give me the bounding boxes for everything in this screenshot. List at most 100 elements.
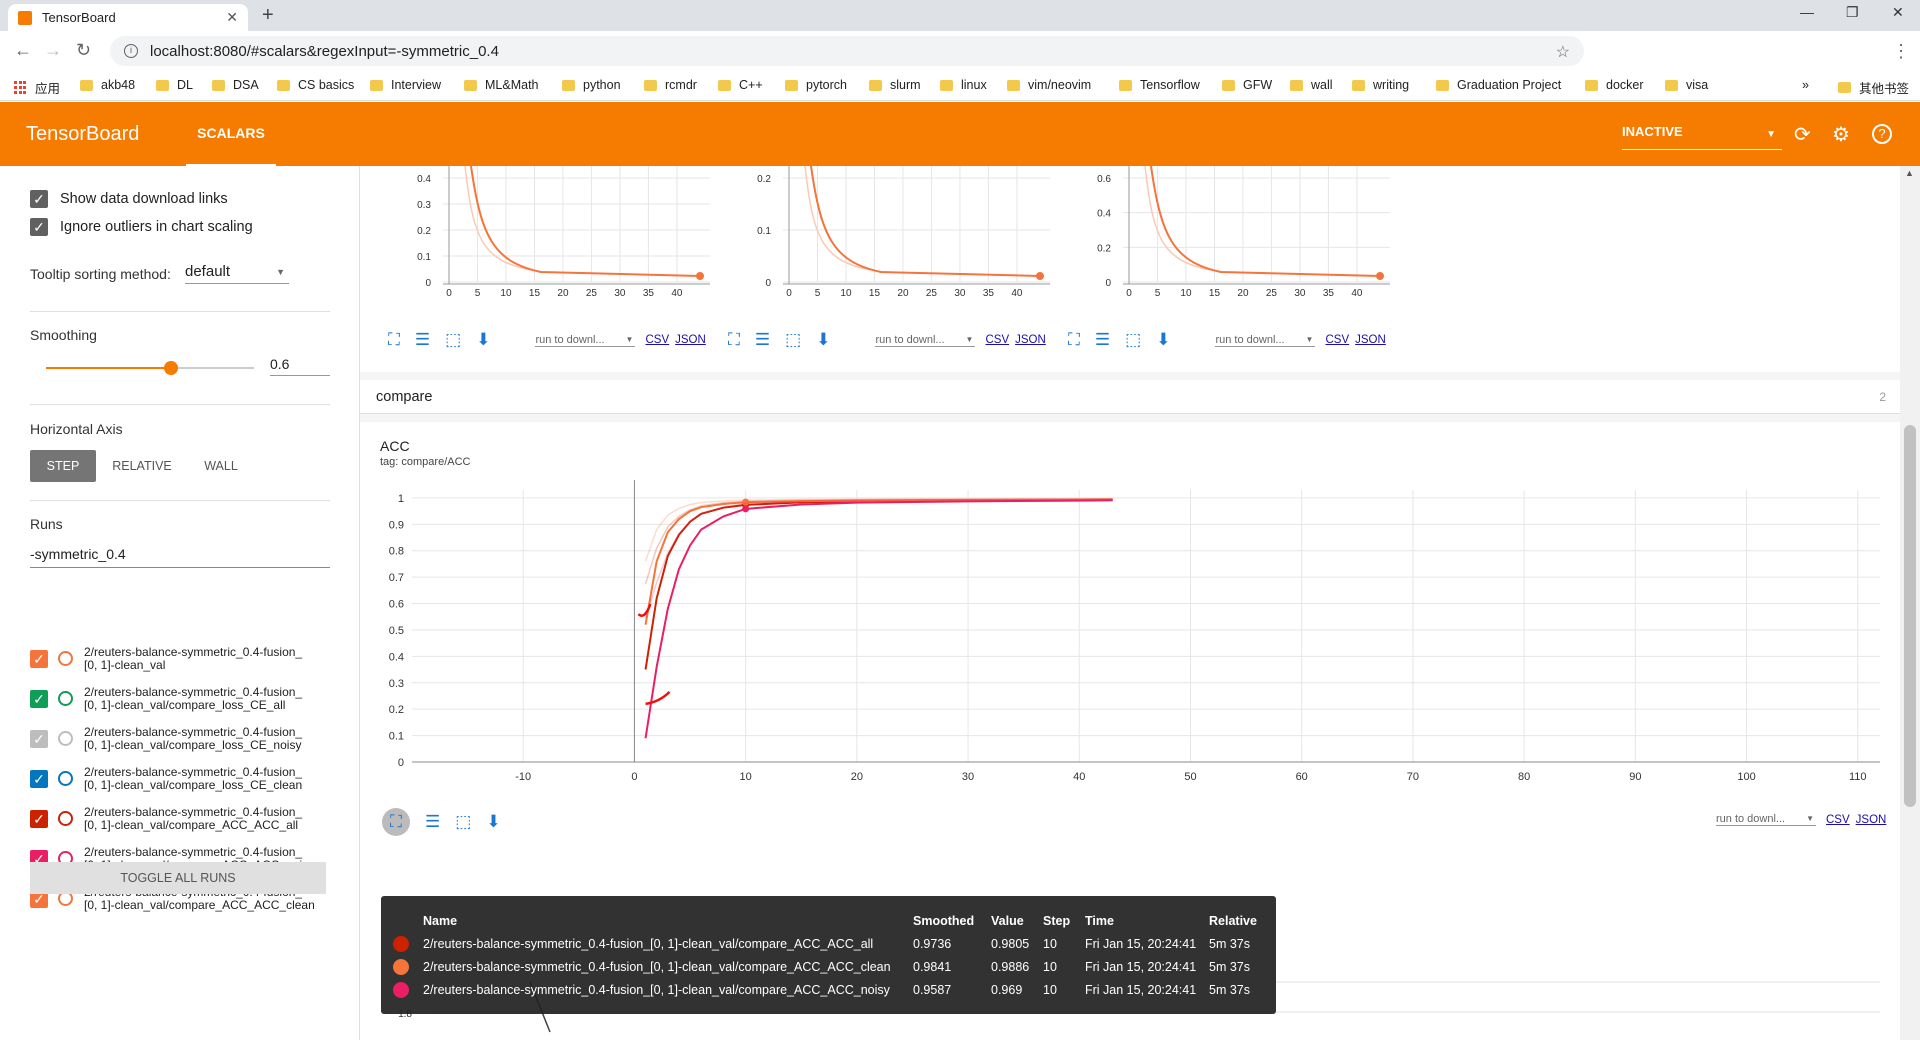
csv-link[interactable]: CSV — [645, 334, 669, 346]
bookmark-apps[interactable]: 应用 — [14, 78, 60, 97]
axis-step-button[interactable]: STEP — [30, 450, 96, 482]
help-icon[interactable]: ? — [1872, 124, 1892, 144]
bookmark-folder[interactable]: linux — [940, 78, 987, 92]
run-download-select[interactable]: run to downl... ▼ — [535, 334, 636, 347]
bookmarks-more[interactable]: » — [1802, 78, 1809, 92]
fit-domain-icon[interactable]: ⬚ — [785, 330, 801, 350]
forward-icon[interactable]: → — [44, 40, 62, 61]
fit-domain-icon[interactable]: ⬚ — [445, 330, 461, 350]
run-item[interactable]: ✓ 2/reuters-balance-symmetric_0.4-fusion_… — [30, 726, 340, 752]
lines-icon[interactable]: ☰ — [415, 330, 430, 350]
fit-domain-icon[interactable]: ⬚ — [1125, 330, 1141, 350]
run-checkbox[interactable]: ✓ — [30, 690, 48, 708]
run-checkbox[interactable]: ✓ — [30, 730, 48, 748]
scrollbar-thumb[interactable] — [1904, 425, 1916, 807]
bookmark-folder[interactable]: rcmdr — [644, 78, 697, 92]
lines-icon[interactable]: ☰ — [425, 812, 440, 832]
lines-icon[interactable]: ☰ — [1095, 330, 1110, 350]
json-link[interactable]: JSON — [675, 334, 706, 346]
group-header-compare[interactable]: compare 2 — [360, 380, 1900, 414]
json-link[interactable]: JSON — [1015, 334, 1046, 346]
checkbox-checked-icon[interactable]: ✓ — [30, 218, 48, 236]
run-item[interactable]: ✓ 2/reuters-balance-symmetric_0.4-fusion_… — [30, 766, 340, 792]
maximize-icon[interactable]: ❐ — [1846, 4, 1859, 21]
run-item[interactable]: ✓ 2/reuters-balance-symmetric_0.4-fusion_… — [30, 686, 340, 712]
csv-link[interactable]: CSV — [1325, 334, 1349, 346]
run-checkbox[interactable]: ✓ — [30, 770, 48, 788]
bookmark-folder[interactable]: GFW — [1222, 78, 1272, 92]
expand-icon[interactable]: ⛶ — [1068, 330, 1080, 350]
bookmark-folder[interactable]: Graduation Project — [1436, 78, 1561, 92]
fit-domain-icon[interactable]: ⬚ — [455, 812, 471, 832]
back-icon[interactable]: ← — [14, 40, 32, 61]
bookmark-folder[interactable]: DSA — [212, 78, 259, 92]
tooltip-sorting-select[interactable]: default ▼ — [185, 263, 289, 284]
expand-icon[interactable]: ⛶ — [728, 330, 740, 350]
plugin-select[interactable]: INACTIVE ▼ — [1622, 124, 1782, 150]
site-info-icon[interactable]: i — [124, 44, 138, 58]
smoothing-slider[interactable] — [46, 361, 254, 375]
reload-icon[interactable]: ↻ — [76, 40, 91, 61]
bookmark-folder[interactable]: writing — [1352, 78, 1409, 92]
run-color-circle-icon[interactable] — [58, 691, 73, 706]
bookmark-folder[interactable]: pytorch — [785, 78, 847, 92]
bookmark-folder[interactable]: ML&Math — [464, 78, 539, 92]
browser-menu-icon[interactable]: ⋮ — [1892, 41, 1910, 62]
run-checkbox[interactable]: ✓ — [30, 810, 48, 828]
gear-icon[interactable]: ⚙ — [1832, 122, 1850, 147]
bookmark-folder[interactable]: Tensorflow — [1119, 78, 1200, 92]
csv-link[interactable]: CSV — [1826, 814, 1850, 826]
tab-scalars[interactable]: SCALARS — [186, 102, 276, 166]
download-icon[interactable]: ⬇ — [1156, 330, 1170, 350]
bookmark-folder[interactable]: DL — [156, 78, 193, 92]
window-close-icon[interactable]: ✕ — [1892, 4, 1904, 21]
axis-wall-button[interactable]: WALL — [190, 450, 252, 482]
toggle-all-runs-button[interactable]: TOGGLE ALL RUNS — [30, 862, 326, 894]
new-tab-icon[interactable]: + — [262, 4, 274, 27]
vertical-scrollbar[interactable]: ▲ — [1900, 166, 1920, 1040]
close-tab-icon[interactable]: ✕ — [226, 9, 238, 26]
minimize-icon[interactable]: — — [1800, 4, 1814, 20]
bookmark-folder[interactable]: C++ — [718, 78, 763, 92]
bookmark-folder[interactable]: vim/neovim — [1007, 78, 1091, 92]
run-download-select[interactable]: run to downl... ▼ — [1716, 813, 1816, 826]
bookmark-folder[interactable]: akb48 — [80, 78, 135, 92]
bookmark-folder[interactable]: python — [562, 78, 621, 92]
json-link[interactable]: JSON — [1856, 814, 1887, 826]
run-color-circle-icon[interactable] — [58, 731, 73, 746]
run-color-circle-icon[interactable] — [58, 771, 73, 786]
reload-icon[interactable]: ⟳ — [1794, 122, 1811, 147]
bookmark-folder[interactable]: wall — [1290, 78, 1333, 92]
acc-line-chart[interactable]: -10 0 10 20 30 40 50 60 70 80 90 100 110 0 0.1 0.2 0.3 0.… — [360, 422, 1900, 802]
bookmark-folder[interactable]: docker — [1585, 78, 1644, 92]
address-bar[interactable]: i localhost:8080/#scalars&regexInput=-sy… — [110, 36, 1584, 66]
smoothing-input[interactable]: 0.6 — [270, 356, 330, 376]
show-download-links-option[interactable]: ✓ Show data download links — [30, 190, 228, 208]
expand-icon[interactable]: ⛶ — [382, 808, 410, 836]
run-color-circle-icon[interactable] — [58, 811, 73, 826]
json-link[interactable]: JSON — [1355, 334, 1386, 346]
csv-link[interactable]: CSV — [985, 334, 1009, 346]
run-item[interactable]: ✓ 2/reuters-balance-symmetric_0.4-fusion_… — [30, 646, 340, 672]
download-icon[interactable]: ⬇ — [486, 812, 500, 832]
expand-icon[interactable]: ⛶ — [388, 330, 400, 350]
run-download-select[interactable]: run to downl... ▼ — [875, 334, 976, 347]
bookmark-star-icon[interactable]: ☆ — [1556, 42, 1570, 62]
bookmark-other[interactable]: 其他书签 — [1838, 78, 1909, 97]
run-download-select[interactable]: run to downl... ▼ — [1215, 334, 1316, 347]
download-icon[interactable]: ⬇ — [476, 330, 490, 350]
lines-icon[interactable]: ☰ — [755, 330, 770, 350]
bookmark-folder[interactable]: slurm — [869, 78, 921, 92]
download-icon[interactable]: ⬇ — [816, 330, 830, 350]
ignore-outliers-option[interactable]: ✓ Ignore outliers in chart scaling — [30, 218, 253, 236]
axis-relative-button[interactable]: RELATIVE — [106, 450, 178, 482]
bookmark-folder[interactable]: visa — [1665, 78, 1708, 92]
checkbox-checked-icon[interactable]: ✓ — [30, 190, 48, 208]
run-checkbox[interactable]: ✓ — [30, 650, 48, 668]
bookmark-folder[interactable]: Interview — [370, 78, 441, 92]
slider-handle[interactable] — [163, 361, 178, 375]
browser-tab[interactable]: TensorBoard ✕ — [8, 4, 248, 31]
run-color-circle-icon[interactable] — [58, 651, 73, 666]
run-item[interactable]: ✓ 2/reuters-balance-symmetric_0.4-fusion_… — [30, 806, 340, 832]
bookmark-folder[interactable]: CS basics — [277, 78, 354, 92]
